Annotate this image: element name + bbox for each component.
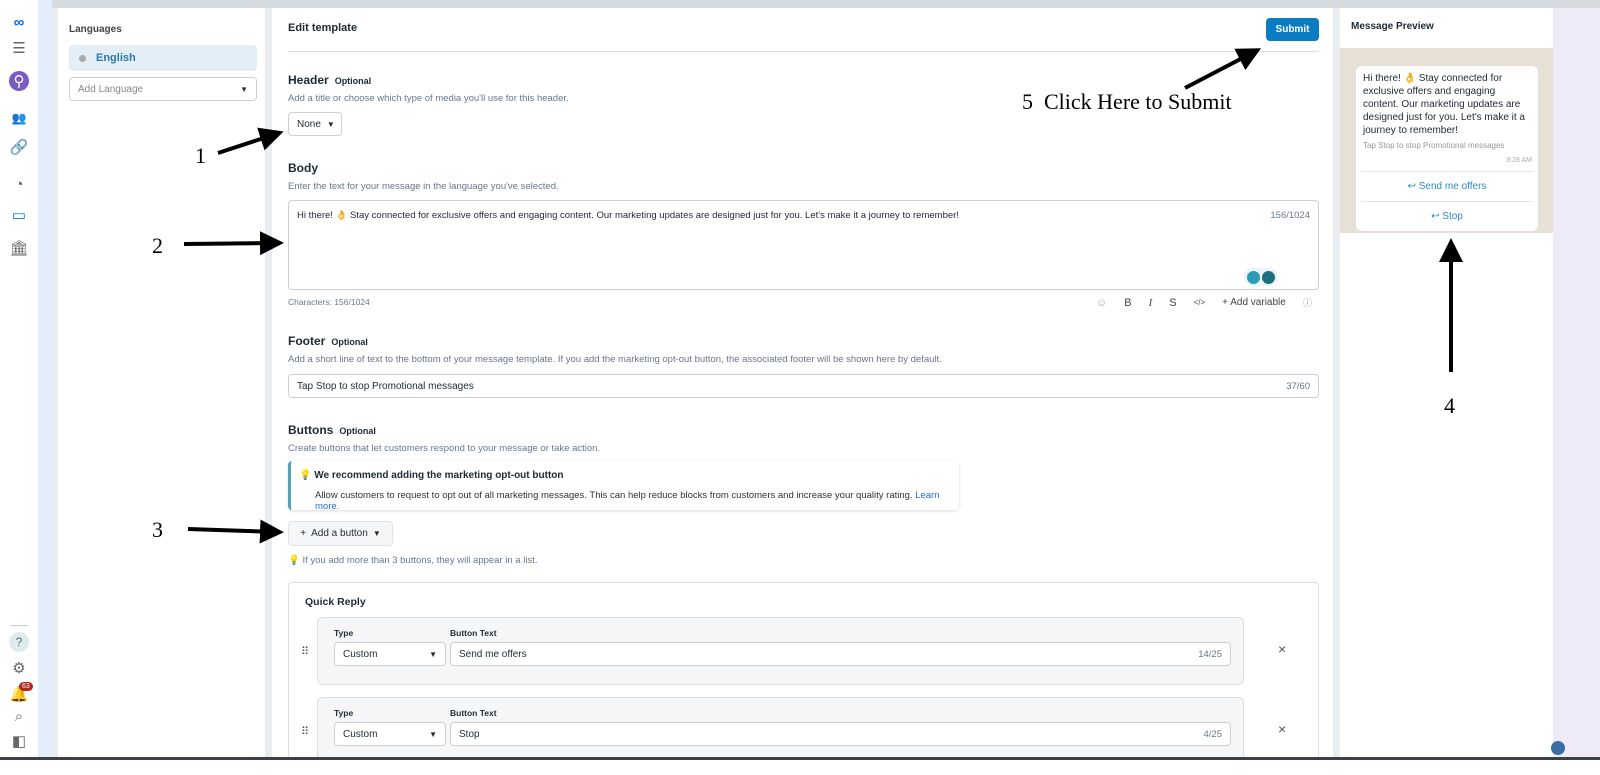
annotation-5: 5 Click Here to Submit [1022, 89, 1232, 114]
annotation-3: 3 [152, 517, 163, 542]
arrow-3 [187, 519, 284, 544]
arrow-2 [183, 231, 284, 256]
annotation-4: 4 [1444, 393, 1455, 418]
arrow-5 [1184, 48, 1262, 90]
arrow-1 [217, 127, 284, 155]
annotation-2: 2 [152, 233, 163, 258]
annotation-1: 1 [195, 143, 206, 168]
annotation-arrows [183, 48, 1463, 544]
